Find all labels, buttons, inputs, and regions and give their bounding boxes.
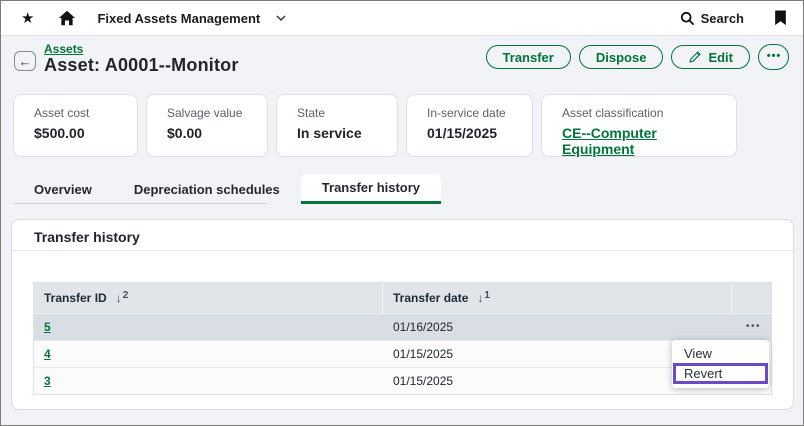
card-label: Asset classification [562, 106, 726, 120]
column-header-transfer-id[interactable]: Transfer ID ↓ 2 [34, 283, 383, 313]
card-value: $0.00 [167, 125, 257, 141]
transfer-id-link[interactable]: 5 [44, 320, 51, 334]
dispose-button[interactable]: Dispose [579, 45, 664, 69]
ellipsis-icon: ••• [767, 50, 782, 62]
column-label: Transfer date [393, 291, 468, 305]
back-button[interactable]: ← [14, 51, 36, 71]
transfer-button-label: Transfer [503, 50, 554, 65]
row-kebab-menu-icon[interactable]: ••• [746, 322, 761, 332]
tab-overview[interactable]: Overview [13, 174, 113, 204]
tab-depreciation-schedules[interactable]: Depreciation schedules [113, 174, 301, 204]
transfer-id-link[interactable]: 4 [44, 347, 51, 361]
table-row[interactable]: 4 01/15/2025 ••• [34, 340, 771, 367]
summary-cards: Asset cost $500.00 Salvage value $0.00 S… [13, 94, 737, 157]
table-row[interactable]: 3 01/15/2025 ••• [34, 367, 771, 394]
asset-classification-link[interactable]: CE--Computer Equipment [562, 125, 726, 157]
bookmark-icon[interactable] [774, 10, 787, 26]
card-value: $500.00 [34, 125, 127, 141]
transfer-history-table: Transfer ID ↓ 2 Transfer date ↓ 1 5 01/1… [33, 282, 772, 395]
edit-button[interactable]: Edit [671, 45, 750, 69]
sort-order-badge: 1 [484, 290, 490, 301]
card-label: In-service date [427, 106, 522, 120]
favorite-star-icon[interactable]: ★ [21, 11, 34, 26]
chevron-down-icon[interactable] [276, 15, 286, 22]
breadcrumb-assets-link[interactable]: Assets [44, 42, 83, 56]
menu-item-revert[interactable]: Revert [673, 363, 768, 384]
column-header-actions [732, 283, 771, 313]
card-value: In service [297, 125, 387, 141]
header-actions: Transfer Dispose Edit ••• [486, 44, 789, 70]
top-bar: ★ Fixed Assets Management Search [1, 1, 803, 36]
card-label: Asset cost [34, 106, 127, 120]
dispose-button-label: Dispose [596, 50, 647, 65]
card-asset-cost: Asset cost $500.00 [13, 94, 138, 157]
search-icon [680, 11, 695, 26]
transfer-date-cell: 01/16/2025 [383, 314, 732, 340]
menu-item-view[interactable]: View [672, 345, 769, 362]
sort-descending-icon: ↓ [477, 291, 483, 305]
card-label: Salvage value [167, 106, 257, 120]
column-header-transfer-date[interactable]: Transfer date ↓ 1 [383, 283, 732, 313]
page-title: Asset: A0001--Monitor [44, 55, 239, 76]
table-row[interactable]: 5 01/16/2025 ••• [34, 313, 771, 340]
row-context-menu: View Revert [672, 340, 769, 388]
card-in-service-date: In-service date 01/15/2025 [406, 94, 533, 157]
card-salvage-value: Salvage value $0.00 [146, 94, 268, 157]
search-button[interactable]: Search [680, 11, 744, 26]
edit-button-label: Edit [708, 50, 733, 65]
back-arrow-icon: ← [19, 55, 32, 68]
card-state: State In service [276, 94, 398, 157]
tab-transfer-history[interactable]: Transfer history [301, 174, 441, 204]
sort-order-badge: 2 [123, 290, 129, 301]
tab-bar: Overview Depreciation schedules Transfer… [13, 174, 441, 204]
panel-title: Transfer history [12, 220, 793, 251]
sort-descending-icon: ↓ [116, 291, 122, 305]
transfer-id-link[interactable]: 3 [44, 374, 51, 388]
more-actions-button[interactable]: ••• [758, 44, 789, 70]
search-label: Search [701, 11, 744, 26]
card-value: 01/15/2025 [427, 125, 522, 141]
table-header-row: Transfer ID ↓ 2 Transfer date ↓ 1 [34, 283, 771, 313]
transfer-button[interactable]: Transfer [486, 45, 571, 69]
card-asset-classification: Asset classification CE--Computer Equipm… [541, 94, 737, 157]
app-title[interactable]: Fixed Assets Management [97, 11, 260, 26]
column-label: Transfer ID [44, 291, 107, 305]
home-icon[interactable] [58, 10, 76, 26]
pencil-icon [688, 50, 702, 64]
card-label: State [297, 106, 387, 120]
app-window: ★ Fixed Assets Management Search ← Asset… [0, 0, 804, 426]
